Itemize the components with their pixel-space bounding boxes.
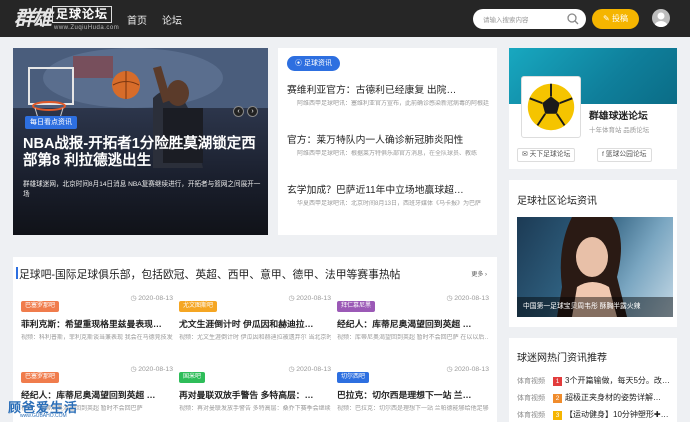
hot-category: 体育视频 bbox=[517, 412, 545, 419]
hot-title[interactable]: 超极正夹身材的姿势详解… bbox=[565, 393, 661, 402]
news-category-pill[interactable]: ⦿ 足球资讯 bbox=[287, 56, 340, 71]
thread-date: ◷ 2020-08-13 bbox=[288, 295, 331, 302]
thread-tag[interactable]: 巴塞罗那吧 bbox=[21, 372, 60, 383]
location-icon: ⦿ bbox=[295, 60, 304, 67]
thread-title[interactable]: 经纪人：库蒂尼奥渴望回到英超 … bbox=[337, 317, 489, 330]
logo-box-text: 足球论坛 bbox=[52, 6, 113, 23]
watermark: 顾爸爱生活 www.GUBAHO.COM bbox=[2, 395, 102, 422]
hot-recommend-card: 球迷网热门资讯推荐 体育视频 1 3个开篇输做，每天5分。改… 体育视频 2 超极正夹身… bbox=[509, 338, 677, 422]
more-link[interactable]: 更多 › bbox=[471, 269, 487, 278]
thread-date: ◷ 2020-08-13 bbox=[130, 295, 173, 302]
slider-prev-button[interactable]: ‹ bbox=[233, 106, 244, 117]
search-icon[interactable] bbox=[566, 12, 580, 26]
thread-desc: 视频：尤文生涯倒计时 伊瓜因和赫迪拉被遗弃尔 当北京时间… bbox=[179, 335, 331, 341]
football-icon bbox=[527, 83, 575, 131]
thread-date: ◷ 2020-08-13 bbox=[446, 366, 489, 373]
user-icon bbox=[654, 12, 668, 27]
thread-title[interactable]: 尤文生涯倒计时 伊瓜因和赫迪拉… bbox=[179, 317, 331, 330]
hot-title[interactable]: 【运动健身】10分钟塑形✚… bbox=[565, 410, 669, 419]
hero-title[interactable]: NBA战报-开拓者1分险胜莫湖锁定西部第8 利拉德逃出生 bbox=[23, 136, 268, 170]
community-news-card: 足球社区论坛资讯 中国第一足球宝贝周韦彤 酥胸半露火辣 bbox=[509, 180, 677, 327]
logo-url-text: www.ZuqiuHuda.com bbox=[54, 25, 120, 31]
logo-big-text: 群雄 bbox=[14, 6, 52, 30]
news-item[interactable]: 官方：莱万特队内一人确诊新冠肺炎阳性 阿维西甲足球吧讯：根据莱万特俱乐部官方消息… bbox=[287, 132, 497, 159]
thread-date: ◷ 2020-08-13 bbox=[288, 366, 331, 373]
thread-tag[interactable]: 切尔西吧 bbox=[337, 372, 370, 383]
watermark-url: www.GUBAHO.COM bbox=[20, 413, 67, 419]
thread-tag[interactable]: 尤文图斯吧 bbox=[179, 301, 218, 312]
thread-date: ◷ 2020-08-13 bbox=[130, 366, 173, 373]
news-title[interactable]: 玄学加成？巴萨近11年中立场地赢球超… bbox=[287, 182, 497, 196]
hero-caption: 群雄球迷网，北京时间8月14日消息 NBA复赛继续进行，开拓者与篮网之间展开一场 bbox=[23, 181, 261, 198]
thread-card[interactable]: 国米吧 ◷ 2020-08-13 再对曼联双放手警告 多特高层：… 视频：再对曼… bbox=[179, 365, 331, 414]
hot-row[interactable]: 体育视频 2 超极正夹身材的姿势详解… bbox=[517, 392, 661, 403]
hot-row[interactable]: 体育视频 1 3个开篇输做，每天5分。改… bbox=[517, 375, 670, 386]
thread-card[interactable]: 拜仁慕尼黑 ◷ 2020-08-13 经纪人：库蒂尼奥渴望回到英超 … 视频：库… bbox=[337, 294, 489, 343]
thread-title[interactable]: 巴拉克：切尔西是理想下一站 兰… bbox=[337, 388, 489, 401]
news-item[interactable]: 玄学加成？巴萨近11年中立场地赢球超… 华夏西甲足球吧讯：北京时间8月13日，西… bbox=[287, 182, 497, 209]
bird-icon: ✉ bbox=[522, 151, 530, 158]
search-placeholder: 请输入搜索内容 bbox=[483, 17, 529, 24]
news-title[interactable]: 官方：莱万特队内一人确诊新冠肺炎阳性 bbox=[287, 132, 497, 146]
rank-badge: 3 bbox=[553, 411, 562, 420]
hot-title[interactable]: 3个开篇输做，每天5分。改… bbox=[565, 376, 670, 385]
thread-desc: 视频：科利普斯，菲利克斯谈当兼表现 我会在马德竞技发起新的… bbox=[21, 335, 173, 341]
news-desc: 阿维西甲足球吧讯：塞维利亚官方宣布，此前确诊感染新冠病毒的阿根廷 bbox=[297, 101, 490, 107]
slider-next-button[interactable]: › bbox=[247, 106, 258, 117]
forum-link-button[interactable]: f 篮球公园论坛 bbox=[597, 148, 652, 162]
site-logo[interactable]: 群雄 足球论坛 www.ZuqiuHuda.com bbox=[14, 4, 120, 33]
nav-forum[interactable]: 论坛 bbox=[162, 12, 182, 27]
forum-subtitle: 十年体育站 品质论坛 bbox=[589, 127, 650, 134]
thread-desc: 视频：再对曼联发放手警告 多特高层：桑乔下赛季会继续留在多特… bbox=[179, 406, 331, 412]
rank-badge: 2 bbox=[553, 394, 562, 403]
news-desc: 华夏西甲足球吧讯：北京时间8月13日，西班牙媒体《马卡报》为巴萨 bbox=[297, 201, 482, 207]
section-heading: 足球吧-国际足球俱乐部，包括欧冠、英超、西甲、意甲、德甲、法甲等赛事热帖 bbox=[15, 266, 400, 282]
hot-heading: 球迷网热门资讯推荐 bbox=[517, 353, 607, 364]
thread-title[interactable]: 再对曼联双放手警告 多特高层：… bbox=[179, 388, 331, 401]
news-item[interactable]: 赛维利亚官方：古德利已经康复 出院… 阿维西甲足球吧讯：塞维利亚官方宣布，此前确… bbox=[287, 82, 497, 109]
hero-slider[interactable]: ‹ › 每日看点资讯 NBA战报-开拓者1分险胜莫湖锁定西部第8 利拉德逃出生 … bbox=[13, 48, 268, 235]
forum-link-button[interactable]: ✉ 天下足球论坛 bbox=[517, 148, 576, 162]
search-input[interactable]: 请输入搜索内容 bbox=[473, 9, 586, 29]
thread-card[interactable]: 巴塞罗那吧 ◷ 2020-08-13 菲利克斯：希望重现格里兹曼表现… 视频：科… bbox=[21, 294, 173, 343]
hot-category: 体育视频 bbox=[517, 378, 545, 385]
community-heading: 足球社区论坛资讯 bbox=[517, 196, 597, 207]
thread-desc: 视频：巴拉克：切尔西是理想下一站 兰帕德能够给他足够… bbox=[337, 406, 489, 412]
contribute-button[interactable]: ✎ 投稿 bbox=[592, 9, 639, 29]
rank-badge: 1 bbox=[553, 377, 562, 386]
hot-category: 体育视频 bbox=[517, 395, 545, 402]
news-title[interactable]: 赛维利亚官方：古德利已经康复 出院… bbox=[287, 82, 497, 96]
hero-tag: 每日看点资讯 bbox=[25, 116, 77, 129]
thread-title[interactable]: 菲利克斯：希望重现格里兹曼表现… bbox=[21, 317, 173, 330]
thread-date: ◷ 2020-08-13 bbox=[446, 295, 489, 302]
forum-name[interactable]: 群雄球迷论坛 bbox=[589, 108, 648, 122]
nav-home[interactable]: 首页 bbox=[127, 12, 147, 27]
thread-tag[interactable]: 拜仁慕尼黑 bbox=[337, 301, 376, 312]
hot-row[interactable]: 体育视频 3 【运动健身】10分钟塑形✚… bbox=[517, 409, 669, 420]
forum-logo[interactable] bbox=[521, 76, 581, 138]
user-avatar[interactable] bbox=[652, 9, 670, 27]
thread-tag[interactable]: 国米吧 bbox=[179, 372, 206, 383]
thread-desc: 视频：库蒂尼奥渴望回到英超 暂时不会回巴萨 在以以后… bbox=[337, 335, 489, 341]
thread-card[interactable]: 切尔西吧 ◷ 2020-08-13 巴拉克：切尔西是理想下一站 兰… 视频：巴拉… bbox=[337, 365, 489, 414]
pencil-icon: ✎ bbox=[603, 14, 612, 23]
community-caption: 中国第一足球宝贝周韦彤 酥胸半露火辣 bbox=[517, 297, 673, 317]
thread-card[interactable]: 尤文图斯吧 ◷ 2020-08-13 尤文生涯倒计时 伊瓜因和赫迪拉… 视频：尤… bbox=[179, 294, 331, 343]
forum-profile-card: 群雄球迷论坛 十年体育站 品质论坛 ✉ 天下足球论坛 f 篮球公园论坛 bbox=[509, 48, 677, 169]
thread-tag[interactable]: 巴塞罗那吧 bbox=[21, 301, 60, 312]
top-navbar: 群雄 足球论坛 www.ZuqiuHuda.com 首页 论坛 请输入搜索内容 … bbox=[0, 0, 690, 37]
news-desc: 阿维西甲足球吧讯：根据莱万特俱乐部官方消息，在全队球员、教练 bbox=[297, 151, 478, 157]
football-news-card: ⦿ 足球资讯 赛维利亚官方：古德利已经康复 出院… 阿维西甲足球吧讯：塞维利亚官… bbox=[278, 48, 497, 235]
